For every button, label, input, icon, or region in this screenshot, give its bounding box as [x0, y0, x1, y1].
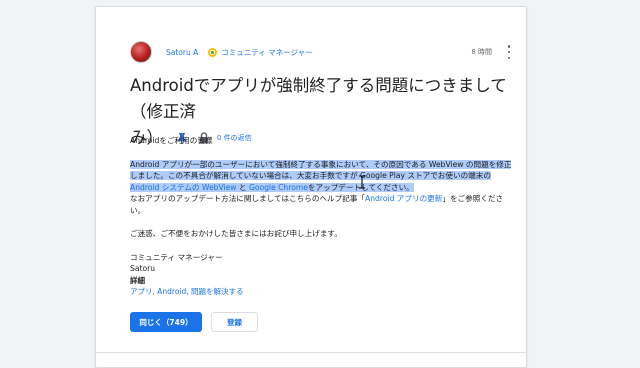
signature-name: Satoru — [130, 264, 156, 273]
webview-link[interactable]: Android システムの WebView — [130, 183, 237, 192]
text-cursor-icon — [359, 175, 365, 189]
post-header: Satoru A コミュニティ マネージャー 8 時間 — [130, 41, 514, 63]
highlighted-text: しました。この不具合が解消していない場合は、大変お手数ですが Google Pl… — [130, 171, 491, 180]
details-tags[interactable]: アプリ, Android, 問題を解決する — [130, 286, 244, 297]
post-time: 8 時間 — [471, 48, 492, 56]
help-article-link[interactable]: Android アプリの更新 — [365, 194, 442, 203]
body-line-3-mid: と — [236, 182, 249, 192]
body-line-4-b: 」をご参照くださ — [442, 194, 504, 203]
author-name[interactable]: Satoru A — [166, 48, 198, 57]
community-manager-badge-icon — [208, 47, 218, 57]
divider — [96, 352, 526, 353]
body-line-3: Android システムの WebView と Google Chromeをアッ… — [130, 182, 520, 194]
chrome-link[interactable]: Google Chrome — [249, 183, 308, 192]
body-line-4: なおアプリのアップデート方法に関しましてはこちらのヘルプ記事「Android ア… — [130, 193, 520, 205]
avatar[interactable] — [130, 41, 152, 63]
same-question-button[interactable]: 同じく（749） — [130, 312, 202, 332]
author-role: コミュニティ マネージャー — [221, 47, 313, 57]
body-line-1: Android アプリが一部のユーザーにおいて強制終了する事象において、その原因… — [130, 159, 520, 171]
body-line-2: しました。この不具合が解消していない場合は、大変お手数ですが Google Pl… — [130, 170, 520, 182]
post-body: Androidをご利用の皆様 Android アプリが一部のユーザーにおいて強制… — [130, 135, 520, 275]
signature-role: コミュニティ マネージャー — [130, 252, 223, 262]
apology-text: ご迷惑、ご不便をおかけした皆さまにはお詫び申し上げます。 — [130, 229, 342, 238]
more-vert-icon[interactable] — [504, 45, 514, 59]
post-card: Satoru A コミュニティ マネージャー 8 時間 Androidでアプリが… — [95, 6, 527, 368]
body-line-5: い。 — [130, 205, 146, 215]
subscribe-button[interactable]: 登録 — [211, 312, 258, 332]
highlighted-text-3: Android システムの WebView と Google Chromeをアッ… — [130, 182, 414, 192]
details-label: 詳細 — [130, 276, 145, 285]
body-line-4-a: なおアプリのアップデート方法に関しましてはこちらのヘルプ記事「 — [130, 194, 366, 203]
highlighted-text: Android アプリが一部のユーザーにおいて強制終了する事象において、その原因… — [130, 159, 512, 169]
greeting: Androidをご利用の皆様 — [130, 136, 213, 145]
title-line-1: Androidでアプリが強制終了する問題につきまして（修正済 — [130, 76, 507, 121]
